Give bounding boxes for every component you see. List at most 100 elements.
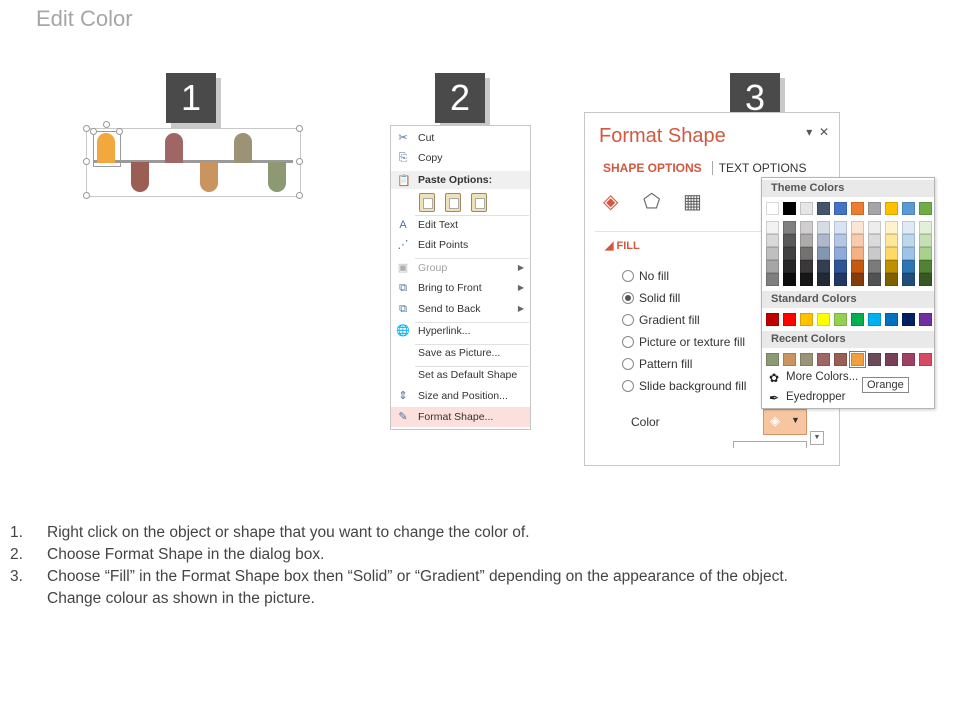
resize-handle[interactable]	[116, 128, 123, 135]
theme-shade-swatch[interactable]	[885, 221, 898, 234]
theme-shade-swatch[interactable]	[766, 234, 779, 247]
theme-color-swatch[interactable]	[766, 202, 779, 215]
theme-shade-swatch[interactable]	[851, 221, 864, 234]
radio-no-fill[interactable]: No fill	[622, 269, 669, 283]
tab-text-options[interactable]: TEXT OPTIONS	[711, 161, 807, 175]
radio-gradient-fill[interactable]: Gradient fill	[622, 313, 700, 327]
theme-shade-swatch[interactable]	[766, 221, 779, 234]
theme-shade-swatch[interactable]	[851, 273, 864, 286]
theme-shade-swatch[interactable]	[766, 260, 779, 273]
resize-handle[interactable]	[83, 192, 90, 199]
pill-shape[interactable]	[200, 162, 218, 192]
eyedropper-link[interactable]: Eyedropper	[786, 391, 845, 403]
recent-color-swatch[interactable]	[849, 351, 866, 368]
menu-item-cut[interactable]: ✂ Cut	[391, 128, 530, 148]
fill-line-icon[interactable]: ◈	[603, 189, 643, 214]
theme-shade-swatch[interactable]	[817, 273, 830, 286]
theme-shade-swatch[interactable]	[834, 273, 847, 286]
theme-shade-swatch[interactable]	[885, 260, 898, 273]
theme-shade-swatch[interactable]	[800, 247, 813, 260]
theme-shade-swatch[interactable]	[851, 260, 864, 273]
standard-color-swatch[interactable]	[834, 313, 847, 326]
recent-color-swatch[interactable]	[834, 353, 847, 366]
rotation-handle[interactable]	[103, 121, 110, 128]
theme-shade-swatch[interactable]	[919, 247, 932, 260]
standard-color-swatch[interactable]	[868, 313, 881, 326]
theme-shade-swatch[interactable]	[834, 234, 847, 247]
theme-color-swatch[interactable]	[885, 202, 898, 215]
paste-keep-formatting-icon[interactable]	[419, 193, 435, 212]
theme-shade-swatch[interactable]	[766, 273, 779, 286]
recent-color-swatch[interactable]	[766, 353, 779, 366]
theme-shade-swatch[interactable]	[783, 221, 796, 234]
theme-shade-swatch[interactable]	[902, 221, 915, 234]
recent-color-swatch[interactable]	[817, 353, 830, 366]
resize-handle[interactable]	[296, 158, 303, 165]
theme-color-swatch[interactable]	[851, 202, 864, 215]
theme-shade-swatch[interactable]	[902, 234, 915, 247]
menu-item-hyperlink[interactable]: 🌐 Hyperlink...	[391, 321, 530, 341]
recent-color-swatch[interactable]	[783, 353, 796, 366]
theme-shade-swatch[interactable]	[783, 247, 796, 260]
resize-handle[interactable]	[83, 125, 90, 132]
theme-color-swatch[interactable]	[919, 202, 932, 215]
theme-shade-swatch[interactable]	[800, 260, 813, 273]
theme-shade-swatch[interactable]	[885, 247, 898, 260]
recent-color-swatch[interactable]	[868, 353, 881, 366]
size-properties-icon[interactable]: ▦	[683, 189, 723, 214]
recent-color-swatch[interactable]	[902, 353, 915, 366]
theme-shade-swatch[interactable]	[919, 273, 932, 286]
menu-item-set-default-shape[interactable]: Set as Default Shape	[391, 365, 530, 385]
theme-shade-swatch[interactable]	[919, 260, 932, 273]
standard-color-swatch[interactable]	[800, 313, 813, 326]
radio-pattern-fill[interactable]: Pattern fill	[622, 357, 692, 371]
fill-color-button[interactable]: ◈ ▼	[763, 409, 807, 435]
radio-slide-background-fill[interactable]: Slide background fill	[622, 379, 746, 393]
theme-shade-swatch[interactable]	[902, 273, 915, 286]
theme-color-swatch[interactable]	[868, 202, 881, 215]
menu-item-copy[interactable]: ⎘ Copy	[391, 148, 530, 168]
theme-color-swatch[interactable]	[800, 202, 813, 215]
menu-item-bring-to-front[interactable]: ⧉ Bring to Front ▶	[391, 278, 530, 298]
theme-shade-swatch[interactable]	[817, 234, 830, 247]
standard-color-swatch[interactable]	[766, 313, 779, 326]
radio-solid-fill[interactable]: Solid fill	[622, 291, 680, 305]
theme-shade-swatch[interactable]	[800, 273, 813, 286]
spinner-down-icon[interactable]: ▼	[810, 431, 824, 445]
theme-shade-swatch[interactable]	[783, 273, 796, 286]
paste-picture-icon[interactable]	[471, 193, 487, 212]
theme-shade-swatch[interactable]	[919, 234, 932, 247]
theme-shade-swatch[interactable]	[868, 247, 881, 260]
recent-color-swatch[interactable]	[885, 353, 898, 366]
more-colors-link[interactable]: More Colors...	[786, 371, 858, 383]
theme-shade-swatch[interactable]	[783, 260, 796, 273]
effects-icon[interactable]: ⬠	[643, 189, 683, 214]
standard-color-swatch[interactable]	[885, 313, 898, 326]
close-icon[interactable]: ✕	[819, 125, 829, 139]
theme-color-swatch[interactable]	[783, 202, 796, 215]
pill-shape[interactable]	[165, 133, 183, 163]
recent-color-swatch[interactable]	[919, 353, 932, 366]
theme-shade-swatch[interactable]	[834, 247, 847, 260]
theme-shade-swatch[interactable]	[817, 260, 830, 273]
standard-color-swatch[interactable]	[902, 313, 915, 326]
theme-shade-swatch[interactable]	[851, 234, 864, 247]
resize-handle[interactable]	[296, 192, 303, 199]
theme-shade-swatch[interactable]	[766, 247, 779, 260]
theme-color-swatch[interactable]	[902, 202, 915, 215]
theme-shade-swatch[interactable]	[868, 221, 881, 234]
menu-item-size-position[interactable]: ⇕ Size and Position...	[391, 386, 530, 406]
theme-shade-swatch[interactable]	[868, 234, 881, 247]
standard-color-swatch[interactable]	[919, 313, 932, 326]
menu-item-edit-points[interactable]: ⋰ Edit Points	[391, 235, 530, 255]
tab-shape-options[interactable]: SHAPE OPTIONS	[603, 161, 702, 175]
standard-color-swatch[interactable]	[817, 313, 830, 326]
theme-shade-swatch[interactable]	[851, 247, 864, 260]
theme-shade-swatch[interactable]	[885, 234, 898, 247]
resize-handle[interactable]	[90, 128, 97, 135]
theme-shade-swatch[interactable]	[902, 260, 915, 273]
standard-color-swatch[interactable]	[783, 313, 796, 326]
pane-options-dropdown-icon[interactable]: ▾	[806, 125, 812, 139]
theme-color-swatch[interactable]	[834, 202, 847, 215]
theme-shade-swatch[interactable]	[885, 273, 898, 286]
